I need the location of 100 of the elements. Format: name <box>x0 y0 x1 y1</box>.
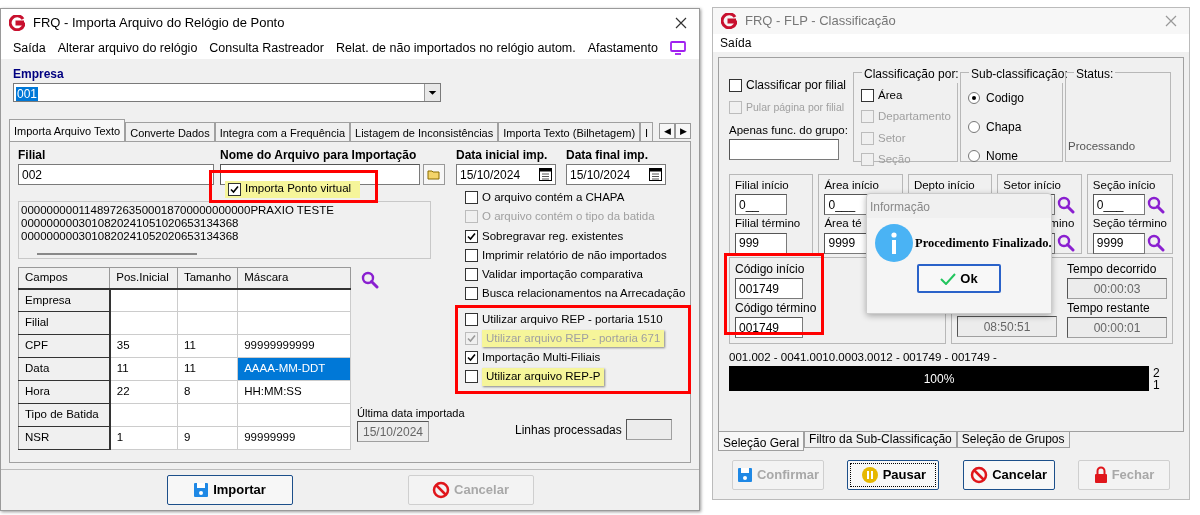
date-field[interactable]: 15/10/2024 <box>456 164 556 185</box>
checkbox[interactable] <box>465 268 478 282</box>
tab[interactable]: Seleção Geral <box>718 432 805 451</box>
calendar-icon[interactable] <box>539 168 552 181</box>
checkbox-label: Importação Multi-Filiais <box>482 350 601 365</box>
group-field[interactable] <box>729 139 839 160</box>
table-cell: 99999999 <box>237 426 351 450</box>
field-label: Seção início <box>1092 178 1156 193</box>
field-label: Apenas func. do grupo: <box>729 122 849 138</box>
row-header: Tipo de Batida <box>18 403 110 427</box>
column-header: Pos.Inicial <box>109 267 178 289</box>
menu-item[interactable]: Consulta Rastreador <box>209 38 324 58</box>
monitor-icon[interactable] <box>669 41 686 55</box>
menu-item[interactable]: Relat. de não importados no relógio autom. <box>336 38 576 58</box>
menu-item[interactable]: Saída <box>720 34 752 52</box>
search-icon[interactable] <box>361 271 379 289</box>
menu-item[interactable]: Saída <box>13 38 46 58</box>
tab[interactable]: Integra com a Frequência <box>214 122 351 141</box>
field-label: Data final imp. <box>566 147 649 164</box>
preview-line: 000000000114897263500018700000000000PRAXIO TESTE <box>21 204 334 217</box>
column-header: Tamanho <box>177 267 238 289</box>
field-label: Área início <box>824 178 879 193</box>
checkbox-label: Validar importação comparativa <box>482 267 643 282</box>
time-field[interactable]: 08:50:51 <box>957 316 1057 337</box>
folder-button[interactable] <box>423 164 445 185</box>
tab[interactable]: Importa Texto (Bilhetagem) <box>498 122 641 141</box>
tab[interactable]: Listagem de Inconsistências <box>350 122 499 141</box>
time-field[interactable]: 00:00:01 <box>1067 317 1167 338</box>
checkbox[interactable] <box>228 182 241 196</box>
company-dropdown[interactable]: 001 <box>13 83 441 102</box>
search-icon[interactable] <box>1057 195 1076 214</box>
table-cell: 1 <box>109 426 178 450</box>
checkbox[interactable] <box>465 351 478 365</box>
lines-processed-field[interactable] <box>625 419 672 440</box>
date-field[interactable]: 15/10/2024 <box>566 164 666 185</box>
folder-icon <box>427 169 441 180</box>
field-label: Filial término <box>735 216 801 232</box>
table-cell: AAAA-MM-DDT <box>237 357 351 381</box>
radio-button[interactable] <box>968 92 980 104</box>
tab[interactable]: Seleção de Grupos <box>956 432 1070 448</box>
checkbox[interactable] <box>465 370 478 384</box>
checkbox-label: Área <box>878 88 903 103</box>
text-field[interactable]: 001749 <box>735 278 803 299</box>
checkbox-label: O arquivo contém a CHAPA <box>482 190 625 205</box>
info-icon <box>875 224 913 262</box>
action-button[interactable]: Pausar <box>847 460 940 490</box>
radio-button[interactable] <box>968 150 980 162</box>
text-field[interactable]: 0___ <box>1092 194 1145 216</box>
text-field[interactable]: 9999 <box>1092 232 1145 254</box>
checkbox-label: Pular página por filial <box>746 100 845 115</box>
calendar-icon[interactable] <box>649 168 662 181</box>
scroll-button[interactable]: ◀ <box>659 123 675 139</box>
action-button[interactable]: Importar <box>166 475 293 505</box>
branch-dropdown[interactable]: 002 <box>18 164 214 185</box>
field-label: Área té <box>824 216 862 232</box>
field-label: Última data importada <box>357 405 465 421</box>
field-label: Filial <box>18 147 47 164</box>
text-field[interactable]: 001749 <box>735 317 803 338</box>
tab[interactable]: I <box>640 122 654 141</box>
table-cell: 11 <box>177 334 238 358</box>
radio-label: Codigo <box>986 90 1025 107</box>
tab[interactable]: Importa Arquivo Texto <box>9 119 126 141</box>
last-import-field[interactable]: 15/10/2024 <box>357 421 429 442</box>
checkbox[interactable] <box>465 248 478 262</box>
dialog-message: Procedimento Finalizado. <box>915 234 1052 252</box>
menu-item[interactable]: Alterar arquivo do relógio <box>57 38 198 58</box>
caret-icon[interactable] <box>424 84 440 101</box>
checkbox[interactable] <box>465 229 478 243</box>
pause-icon <box>860 466 879 484</box>
tab[interactable]: Filtro da Sub-Classificação <box>804 432 957 448</box>
time-field[interactable]: 00:00:03 <box>1067 278 1167 299</box>
ok-button[interactable]: Ok <box>917 264 1001 293</box>
text-field[interactable]: 999 <box>735 232 787 254</box>
checkbox-label: Importa Ponto virtual <box>245 181 352 197</box>
checkbox[interactable] <box>465 191 478 205</box>
action-button[interactable]: Cancelar <box>962 460 1055 490</box>
search-icon[interactable] <box>1146 234 1165 252</box>
checkbox[interactable] <box>861 89 874 103</box>
search-icon[interactable] <box>1146 195 1165 214</box>
checkbox-label: Utilizar arquivo REP-P <box>482 368 605 386</box>
field-label: Linhas processadas <box>515 421 622 439</box>
row-header: Data <box>18 357 110 381</box>
menu-item[interactable]: Afastamento <box>587 38 658 58</box>
row-header: CPF <box>18 334 110 358</box>
scroll-button[interactable]: ▶ <box>675 123 691 139</box>
radio-label: Nome <box>986 148 1018 165</box>
logo-icon <box>9 15 25 31</box>
count-label: 2 <box>1153 366 1160 379</box>
progress-label: 100% <box>923 370 955 388</box>
search-icon[interactable] <box>1057 234 1076 252</box>
window-title: FRQ - FLP - Classificação <box>745 12 896 31</box>
checkbox[interactable] <box>465 312 478 326</box>
tab[interactable]: Converte Dados <box>125 122 215 141</box>
column-header: Máscara <box>237 267 351 289</box>
checkbox[interactable] <box>465 287 478 301</box>
checkbox[interactable] <box>729 78 742 92</box>
radio-button[interactable] <box>968 121 980 133</box>
checkbox-label: Classificar por filial <box>746 77 847 94</box>
preview-line: 0000000003010820241051020653134368 <box>21 217 239 230</box>
text-field[interactable]: 0__ <box>735 194 787 216</box>
